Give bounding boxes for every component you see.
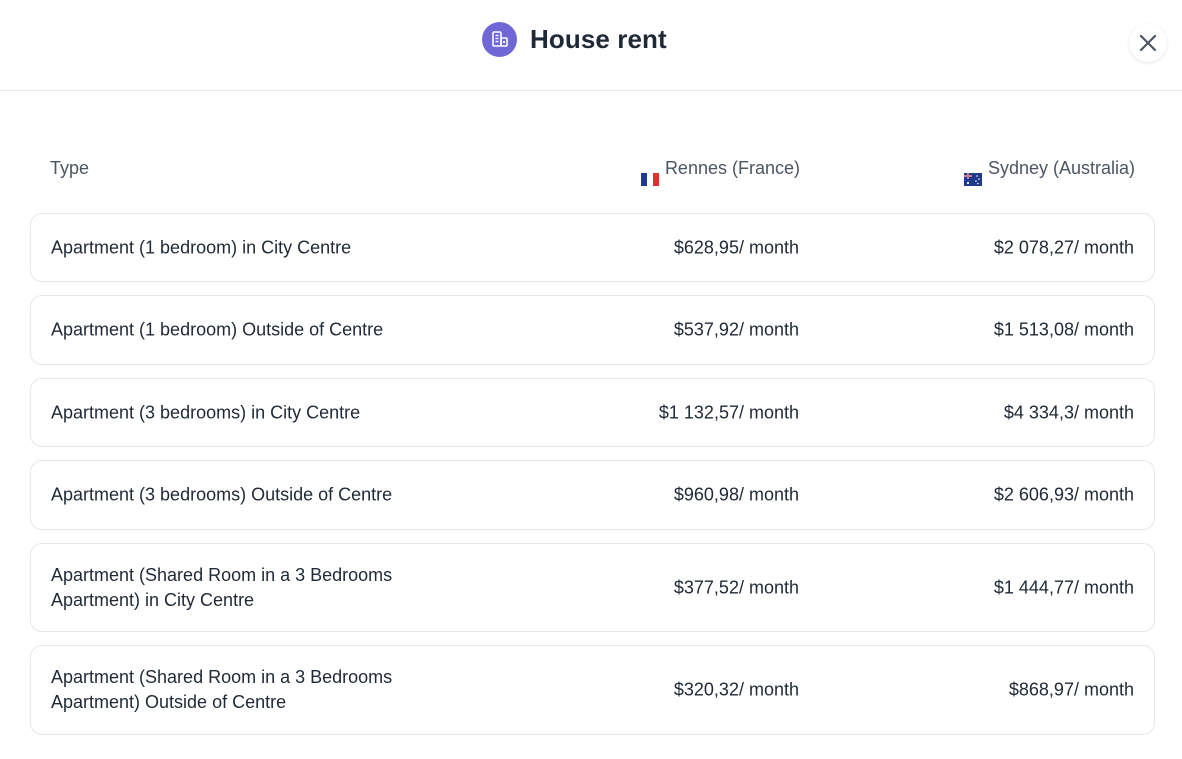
row-city1-price: $1 132,57/ month [658, 402, 799, 422]
row-city2-price: $4 334,3/ month [1003, 402, 1134, 422]
australia-flag-icon [963, 162, 982, 186]
modal-title-group: House rent [482, 21, 667, 57]
close-button[interactable] [1129, 24, 1167, 62]
row-city1-price: $537,92/ month [673, 319, 799, 340]
close-icon [1139, 34, 1157, 52]
table-row: Apartment (1 bedroom) Outside of Centre … [30, 295, 1155, 365]
row-city1-price: $628,95/ month [673, 237, 799, 257]
modal-header: House rent [0, 0, 1182, 91]
table-row: Apartment (3 bedrooms) in City Centre $1… [30, 378, 1155, 447]
row-city2-price: $868,97/ month [1008, 679, 1134, 700]
building-icon [482, 21, 517, 57]
france-flag-icon [640, 162, 659, 186]
table-row: Apartment (Shared Room in a 3 Bedrooms A… [30, 543, 1155, 632]
table-header: Type Rennes (France) Sydney (Australia) [30, 150, 1155, 186]
column-header-city2-label: Sydney (Australia) [987, 158, 1135, 178]
row-city2-price: $2 078,27/ month [993, 237, 1134, 257]
row-type: Apartment (Shared Room in a 3 Bedrooms A… [51, 667, 393, 712]
row-type: Apartment (Shared Room in a 3 Bedrooms A… [51, 564, 393, 610]
row-city2-price: $2 606,93/ month [993, 484, 1134, 505]
row-city1-price: $960,98/ month [673, 484, 799, 505]
modal-title: House rent [530, 23, 667, 54]
row-type: Apartment (1 bedroom) Outside of Centre [51, 319, 384, 340]
column-header-city2: Sydney (Australia) [963, 150, 1135, 186]
row-type: Apartment (3 bedrooms) Outside of Centre [51, 484, 393, 505]
table-row: Apartment (Shared Room in a 3 Bedrooms A… [30, 645, 1155, 735]
row-city1-price: $320,32/ month [673, 679, 799, 700]
column-header-city1: Rennes (France) [640, 150, 800, 186]
table-row: Apartment (3 bedrooms) Outside of Centre… [30, 460, 1155, 530]
row-city1-price: $377,52/ month [673, 577, 799, 597]
column-header-type: Type [50, 158, 90, 178]
table-row: Apartment (1 bedroom) in City Centre $62… [30, 213, 1155, 282]
row-type: Apartment (3 bedrooms) in City Centre [51, 402, 361, 422]
row-type: Apartment (1 bedroom) in City Centre [51, 237, 352, 257]
row-city2-price: $1 513,08/ month [993, 319, 1134, 340]
row-city2-price: $1 444,77/ month [993, 577, 1134, 597]
house-rent-modal: House rent Type Rennes (France) Sydney (… [0, 0, 1182, 759]
column-header-city1-label: Rennes (France) [664, 158, 800, 178]
